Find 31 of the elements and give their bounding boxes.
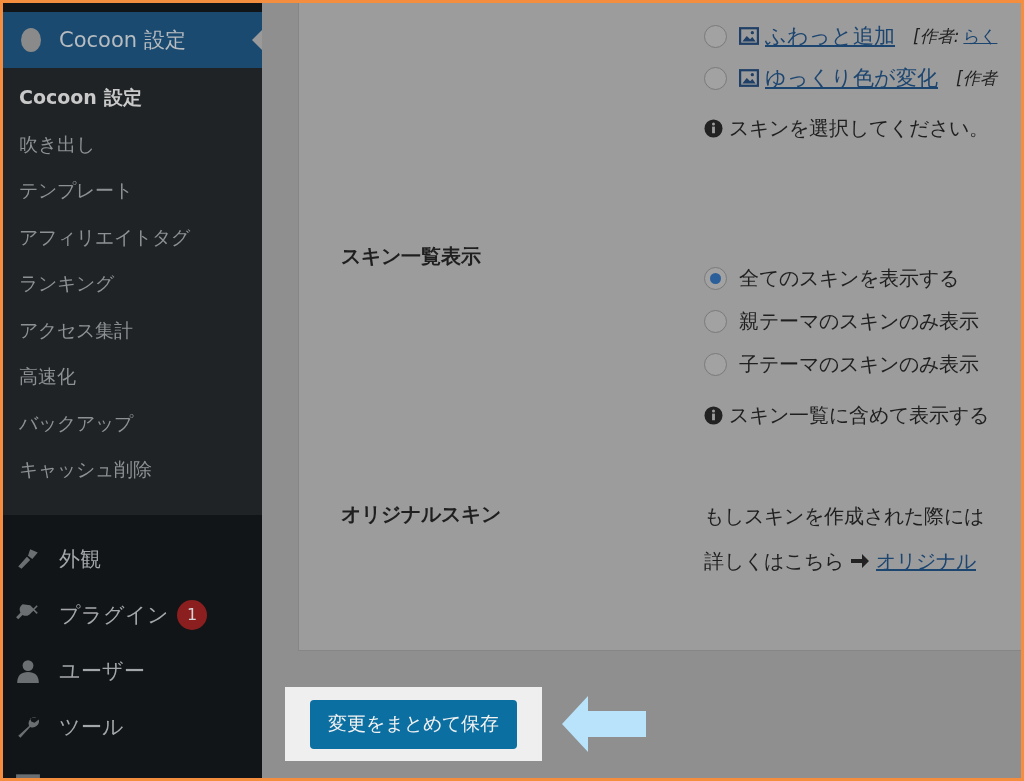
submenu-item[interactable]: 吹き出し bbox=[3, 128, 262, 175]
menu-item[interactable]: プラグイン bbox=[59, 600, 169, 629]
field-label: スキン一覧表示 bbox=[341, 243, 482, 270]
menu-item[interactable]: 外観 bbox=[59, 544, 101, 573]
author-label: [作者 bbox=[956, 66, 997, 90]
menu-header[interactable]: Cocoon 設定 bbox=[3, 12, 262, 68]
submenu-item[interactable]: ランキング bbox=[3, 268, 262, 315]
author-label: [作者: bbox=[913, 24, 960, 48]
option-label: 全てのスキンを表示する bbox=[739, 265, 959, 292]
help-text: スキン一覧に含めて表示する bbox=[729, 401, 989, 429]
original-skin-link[interactable]: オリジナル bbox=[876, 546, 976, 576]
save-button[interactable]: 変更をまとめて保存 bbox=[310, 699, 517, 749]
skin-link[interactable]: ふわっと追加 bbox=[765, 22, 895, 50]
author-link[interactable]: らく bbox=[963, 24, 998, 48]
submenu-item[interactable]: キャッシュ削除 bbox=[3, 454, 262, 501]
submenu-item[interactable]: 高速化 bbox=[3, 361, 262, 408]
skin-link[interactable]: ゆっくり色が変化 bbox=[765, 64, 938, 92]
menu-item[interactable]: ユーザー bbox=[59, 656, 145, 685]
more-info-text: 詳しくはこちら bbox=[704, 548, 844, 575]
description-text: もしスキンを作成された際には bbox=[704, 503, 984, 530]
help-text: スキンを選択してください。 bbox=[729, 114, 989, 142]
update-count-badge: 1 bbox=[177, 599, 207, 630]
submenu-item[interactable]: バックアップ bbox=[3, 407, 262, 454]
menu-item[interactable]: ツール bbox=[59, 712, 124, 741]
option-label: 親テーマのスキンのみ表示 bbox=[739, 308, 979, 335]
submenu-item[interactable]: アクセス集計 bbox=[3, 314, 262, 361]
submenu-item[interactable]: アフィリエイトタグ bbox=[3, 221, 262, 268]
submenu-item[interactable]: テンプレート bbox=[3, 175, 262, 222]
field-label: オリジナルスキン bbox=[341, 501, 502, 528]
submenu-item[interactable]: Cocoon 設定 bbox=[3, 82, 262, 129]
option-label: 子テーマのスキンのみ表示 bbox=[739, 351, 979, 378]
